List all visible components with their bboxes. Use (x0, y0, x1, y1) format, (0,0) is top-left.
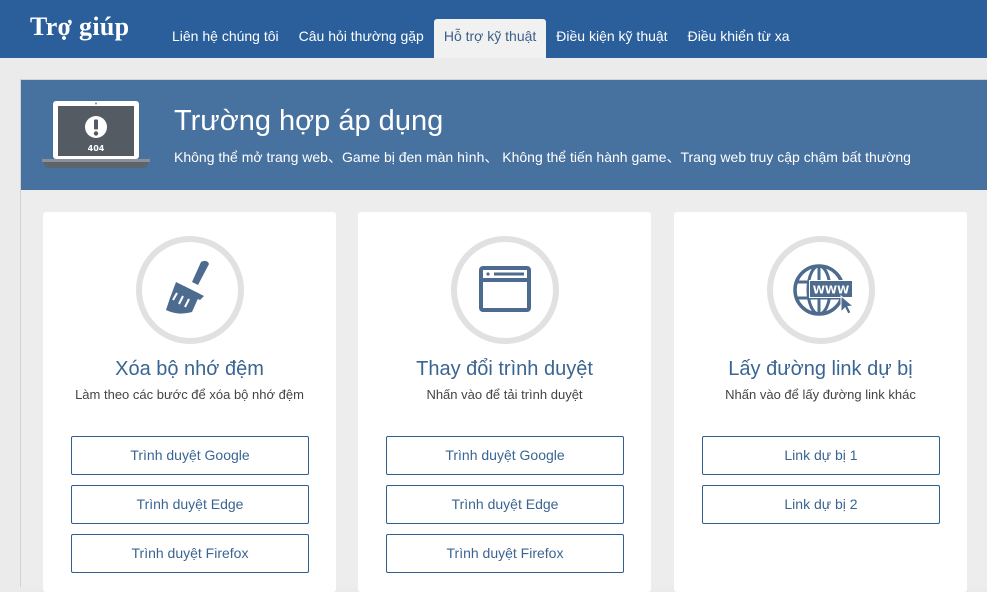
globe-icon-circle: WWW (766, 236, 875, 344)
change-browser-card: Thay đổi trình duyệt Nhấn vào để tải trì… (358, 212, 651, 592)
banner-subtitle: Không thể mở trang web、Game bị đen màn h… (174, 149, 911, 165)
main-nav: Liên hệ chúng tôi Câu hỏi thường gặp Hỗ … (162, 19, 800, 58)
browser-window-icon (478, 266, 531, 312)
card-title: Lấy đường link dự bị (728, 358, 913, 380)
error-code-text: 404 (88, 144, 105, 153)
clear-cache-card: Xóa bộ nhớ đệm Làm theo các bước để xóa … (43, 212, 336, 592)
download-edge-button[interactable]: Trình duyệt Edge (386, 485, 624, 524)
download-firefox-button[interactable]: Trình duyệt Firefox (386, 534, 624, 573)
www-globe-icon: WWW (792, 264, 854, 316)
brand-title[interactable]: Trợ giúp (30, 12, 129, 42)
broom-icon (165, 260, 209, 314)
top-nav-bar: Trợ giúp Liên hệ chúng tôi Câu hỏi thườn… (0, 0, 987, 58)
card-title: Thay đổi trình duyệt (416, 358, 593, 380)
clear-cache-firefox-button[interactable]: Trình duyệt Firefox (71, 534, 309, 573)
www-text: WWW (812, 284, 848, 297)
applicable-cases-banner (21, 80, 987, 190)
banner-title: Trường hợp áp dụng (174, 105, 444, 137)
card-description: Nhấn vào để lấy đường link khác (725, 387, 916, 402)
clear-cache-google-button[interactable]: Trình duyệt Google (71, 436, 309, 475)
nav-tech-requirements[interactable]: Điều kiện kỹ thuật (546, 19, 677, 58)
nav-remote-control[interactable]: Điều khiển từ xa (678, 19, 800, 58)
card-description: Làm theo các bước để xóa bộ nhớ đệm (75, 387, 304, 402)
backup-link-card: WWW Lấy đường link dự bị Nhấn vào để lấy… (674, 212, 967, 592)
nav-contact[interactable]: Liên hệ chúng tôi (162, 19, 289, 58)
browser-icon-circle (450, 236, 559, 344)
card-description: Nhấn vào để tải trình duyệt (426, 387, 583, 402)
card-title: Xóa bộ nhớ đệm (115, 358, 264, 380)
nav-tech-support[interactable]: Hỗ trợ kỹ thuật (433, 19, 547, 58)
broom-icon-circle (135, 236, 244, 344)
nav-faq[interactable]: Câu hỏi thường gặp (289, 19, 434, 58)
laptop-error-icon: 404 (42, 101, 150, 168)
backup-link-2-button[interactable]: Link dự bị 2 (702, 485, 940, 524)
clear-cache-edge-button[interactable]: Trình duyệt Edge (71, 485, 309, 524)
download-google-button[interactable]: Trình duyệt Google (386, 436, 624, 475)
backup-link-1-button[interactable]: Link dự bị 1 (702, 436, 940, 475)
